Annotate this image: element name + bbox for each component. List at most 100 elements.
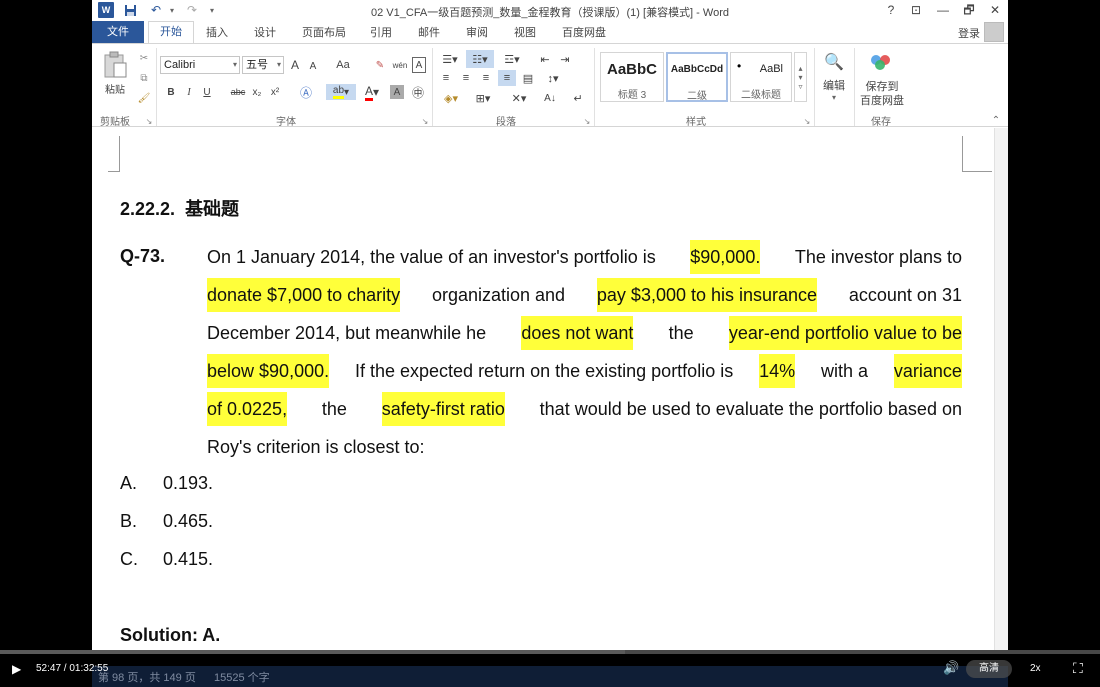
tab-layout[interactable]: 页面布局 xyxy=(302,24,346,40)
collapse-ribbon-icon[interactable]: ⌃ xyxy=(990,114,1002,126)
shrink-font-button[interactable]: A xyxy=(306,58,320,74)
close-button[interactable]: ✕ xyxy=(986,2,1004,18)
solution-text: Solution: A. xyxy=(120,625,221,645)
question-number: Q-73. xyxy=(120,246,166,266)
option-letter: B. xyxy=(120,511,138,531)
fullscreen-icon[interactable]: ⛶ xyxy=(1073,660,1083,677)
question-line: Roy's criterion is closest to: xyxy=(207,430,962,464)
quality-button[interactable]: 高清 xyxy=(966,660,1012,678)
tab-insert[interactable]: 插入 xyxy=(206,24,228,40)
restore-button[interactable]: 🗗 xyxy=(960,2,978,18)
paste-icon[interactable] xyxy=(100,50,130,80)
styles-launcher-icon[interactable]: ↘ xyxy=(802,116,812,126)
tab-references[interactable]: 引用 xyxy=(370,24,392,40)
help-button[interactable]: ? xyxy=(882,2,900,18)
underline-button[interactable]: U xyxy=(200,84,214,100)
style-level2[interactable]: AaBbCcDd 二级 xyxy=(666,52,728,102)
text-segment: December 2014, but meanwhile he xyxy=(207,323,487,343)
character-shading-icon[interactable]: A xyxy=(390,85,404,99)
word-window: W ↶ ▾ ↷ ▾ 02 V1_CFA一级百题预测_数量_金程教育（授课版）(1… xyxy=(92,0,1008,650)
shading-icon[interactable]: ◈▾ xyxy=(438,90,464,106)
bold-button[interactable]: B xyxy=(164,84,178,100)
tab-review[interactable]: 审阅 xyxy=(466,24,488,40)
text-segment: The investor plans to xyxy=(794,247,962,267)
format-painter-icon[interactable]: 🖌 xyxy=(136,90,152,106)
text-effects-icon[interactable]: Ⓐ xyxy=(298,84,314,100)
superscript-button[interactable]: x² xyxy=(268,84,282,100)
align-center-icon[interactable]: ≡ xyxy=(458,70,474,86)
style-heading3[interactable]: AaBbC 标题 3 xyxy=(600,52,664,102)
speed-button[interactable]: 2x xyxy=(1030,663,1041,674)
italic-button[interactable]: I xyxy=(182,84,196,100)
highlighted-text: pay $3,000 to his insurance xyxy=(596,278,818,312)
cut-icon[interactable]: ✂ xyxy=(136,50,152,66)
chevron-down-icon: ▾ xyxy=(232,60,237,69)
highlighted-text: donate $7,000 to charity xyxy=(207,278,401,312)
font-name-combo[interactable]: Calibri ▾ xyxy=(160,56,240,74)
paste-button[interactable]: 粘贴 xyxy=(100,81,130,96)
copy-icon[interactable]: ⧉ xyxy=(136,70,152,86)
highlighted-text: 14% xyxy=(759,354,796,388)
highlighted-text: year-end portfolio value to be xyxy=(728,316,962,350)
paragraph-launcher-icon[interactable]: ↘ xyxy=(582,116,592,126)
play-icon[interactable]: ▶ xyxy=(12,661,28,677)
ribbon-display-button[interactable]: ⊡ xyxy=(907,2,925,18)
save-to-baidu-line1[interactable]: 保存到 xyxy=(858,80,906,93)
line-spacing-icon[interactable]: ↕▾ xyxy=(540,70,566,86)
show-marks-icon[interactable]: ↵ xyxy=(570,90,586,106)
highlighted-text: does not want xyxy=(521,316,634,350)
strikethrough-button[interactable]: abc xyxy=(228,84,248,100)
binoculars-icon[interactable]: 🔍 xyxy=(822,50,846,74)
clipboard-launcher-icon[interactable]: ↘ xyxy=(144,116,154,126)
font-launcher-icon[interactable]: ↘ xyxy=(420,116,430,126)
borders-icon[interactable]: ⊞▾ xyxy=(470,90,496,106)
font-color-icon[interactable]: A ▾ xyxy=(360,84,384,101)
editing-button[interactable]: 编辑 xyxy=(818,78,850,92)
style-level2-heading[interactable]: AaBl • 二级标题 xyxy=(730,52,792,102)
clear-format-icon[interactable]: ✎ xyxy=(372,56,388,74)
font-size-combo[interactable]: 五号 ▾ xyxy=(242,56,284,74)
tab-file[interactable]: 文件 xyxy=(92,21,144,43)
subscript-button[interactable]: x₂ xyxy=(250,84,264,100)
volume-icon[interactable]: 🔊 xyxy=(943,660,959,676)
numbering-icon[interactable]: ☷▾ xyxy=(466,50,494,68)
phonetic-guide-icon[interactable]: wén xyxy=(392,56,408,74)
tab-mailings[interactable]: 邮件 xyxy=(418,24,440,40)
bullets-icon[interactable]: ☰▾ xyxy=(438,50,462,68)
login-link[interactable]: 登录 xyxy=(958,25,980,41)
enclose-characters-icon[interactable]: ㊥ xyxy=(410,84,426,100)
align-left-icon[interactable]: ≡ xyxy=(438,70,454,86)
sort-icon[interactable]: A↓ xyxy=(542,90,558,106)
font-size-value: 五号 xyxy=(246,59,268,71)
page-corner-mark xyxy=(962,136,992,172)
change-case-button[interactable]: Aa xyxy=(332,56,354,74)
tab-baidu-netdisk[interactable]: 百度网盘 xyxy=(562,24,606,40)
style-sample: AaBbC xyxy=(606,61,657,78)
highlighted-text: of 0.0225, xyxy=(207,392,288,426)
justify-icon[interactable]: ≡ xyxy=(498,70,516,86)
tab-home[interactable]: 开始 xyxy=(148,21,194,44)
style-name: 标题 3 xyxy=(617,90,647,101)
align-right-icon[interactable]: ≡ xyxy=(478,70,494,86)
save-to-baidu-line2[interactable]: 百度网盘 xyxy=(858,94,906,107)
styles-scroll-icon[interactable]: ▴ ▾ ▿ xyxy=(794,52,807,102)
tab-view[interactable]: 视图 xyxy=(514,24,536,40)
decrease-indent-icon[interactable]: ⇤ xyxy=(536,50,554,68)
tab-design[interactable]: 设计 xyxy=(254,24,276,40)
baidu-cloud-icon[interactable] xyxy=(868,50,894,74)
character-border-icon[interactable]: A xyxy=(412,57,426,73)
minimize-button[interactable]: — xyxy=(934,2,952,18)
text-segment: If the expected return on the existing p… xyxy=(354,361,734,381)
vertical-scrollbar[interactable] xyxy=(994,128,1008,650)
document-page[interactable]: 2.22.2. 基础题 Q-73. On 1 January 2014, the… xyxy=(92,128,1008,650)
distributed-icon[interactable]: ▤ xyxy=(520,70,536,86)
group-label-styles: 样式 xyxy=(686,117,706,128)
chinese-layout-icon[interactable]: ✕▾ xyxy=(506,90,532,106)
text-segment: the xyxy=(321,399,347,419)
chevron-down-icon: ▾ xyxy=(831,92,836,102)
multilevel-list-icon[interactable]: ☲▾ xyxy=(498,50,526,68)
highlight-color-icon[interactable]: ab ▾ xyxy=(326,84,356,100)
avatar[interactable] xyxy=(984,22,1004,42)
grow-font-button[interactable]: A xyxy=(288,56,302,74)
increase-indent-icon[interactable]: ⇥ xyxy=(556,50,574,68)
